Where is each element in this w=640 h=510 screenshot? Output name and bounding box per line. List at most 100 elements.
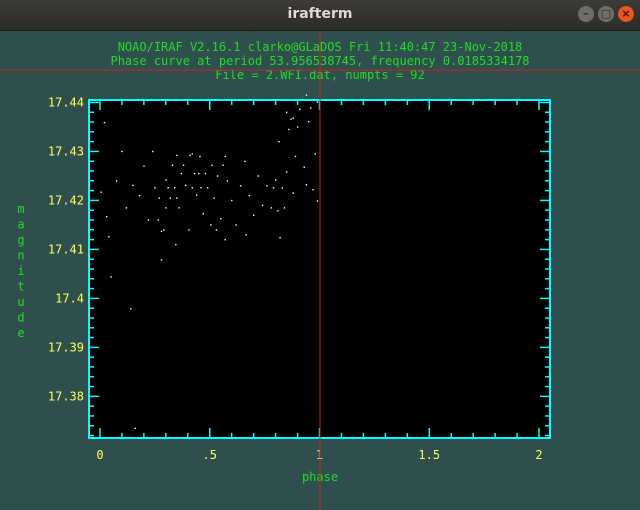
data-point [200, 187, 202, 189]
data-point [198, 172, 200, 175]
data-point [226, 180, 229, 182]
y-label-letter: e [17, 326, 24, 340]
data-point [105, 215, 108, 218]
data-point [245, 234, 247, 236]
data-point [253, 214, 255, 216]
data-point [206, 187, 209, 189]
data-point [224, 239, 226, 241]
data-point [138, 194, 141, 197]
data-point [235, 224, 237, 226]
data-point [134, 427, 136, 430]
data-point [100, 191, 102, 193]
close-button[interactable]: × [618, 6, 634, 22]
data-point [125, 207, 128, 209]
y-label-letter: t [17, 280, 24, 294]
data-point [160, 230, 163, 233]
data-point [281, 187, 283, 189]
maximize-button[interactable]: □ [598, 6, 614, 22]
data-point [147, 219, 150, 221]
data-point [270, 207, 273, 209]
data-point [294, 155, 297, 158]
graphics-terminal[interactable]: NOAO/IRAF V2.16.1 clarko@GLaDOS Fri 11:4… [0, 31, 640, 510]
data-point [316, 101, 319, 103]
data-point [305, 94, 308, 96]
y-label-letter: g [17, 233, 24, 247]
data-point [189, 154, 191, 157]
data-point [312, 189, 314, 191]
data-point [167, 187, 169, 189]
data-point [121, 150, 123, 153]
data-point [296, 126, 299, 128]
data-point [277, 210, 279, 212]
minimize-button[interactable]: – [578, 6, 594, 22]
data-point [132, 184, 134, 187]
data-point [176, 154, 178, 157]
data-point [199, 155, 201, 158]
x-tick-label: 1.5 [418, 448, 440, 462]
data-point [163, 229, 165, 231]
data-point [216, 175, 219, 177]
data-point [165, 179, 167, 181]
data-point [303, 166, 305, 168]
data-point [231, 199, 233, 202]
data-point [191, 153, 193, 155]
data-point [175, 243, 177, 246]
y-tick-label: 17.44 [48, 95, 84, 109]
data-point [314, 153, 316, 155]
data-point [152, 150, 154, 153]
y-label-letter: m [17, 202, 24, 216]
data-point [169, 197, 172, 199]
data-point [204, 172, 207, 175]
data-point [285, 171, 288, 173]
data-point [160, 259, 163, 261]
y-tick-label: 17.39 [48, 340, 84, 354]
data-point [257, 175, 259, 177]
y-label-letter: u [17, 295, 24, 309]
y-label-letter: i [17, 264, 24, 278]
y-label-letter: n [17, 249, 24, 263]
data-point [154, 187, 156, 189]
data-point [266, 185, 268, 187]
data-point [193, 172, 196, 175]
data-point [158, 197, 161, 199]
data-point [157, 219, 159, 221]
data-point [316, 200, 319, 202]
data-point [274, 179, 277, 181]
data-point [191, 187, 193, 189]
data-point [178, 207, 180, 209]
data-point [165, 207, 167, 209]
data-point [239, 185, 242, 187]
data-point [143, 165, 145, 167]
data-point [292, 192, 294, 194]
data-point [182, 164, 185, 166]
data-point [211, 164, 213, 166]
data-point [130, 308, 132, 310]
y-tick-labels: 17.44 17.43 17.42 17.41 17.4 17.39 17.38 [48, 95, 84, 403]
x-tick-label: .5 [203, 448, 217, 462]
data-point [272, 187, 275, 189]
y-tick-label: 17.41 [48, 242, 84, 256]
data-point [292, 117, 294, 119]
y-label-letter: a [17, 218, 24, 232]
phase-curve-plot[interactable]: NOAO/IRAF V2.16.1 clarko@GLaDOS Fri 11:4… [0, 31, 640, 510]
data-point [195, 194, 198, 196]
data-point [224, 155, 226, 158]
data-point [248, 194, 251, 197]
y-tick-label: 17.4 [55, 291, 84, 305]
y-tick-label: 17.43 [48, 144, 84, 158]
y-axis-label: magnitude [17, 202, 24, 340]
data-point [210, 224, 212, 226]
data-point [184, 184, 187, 187]
data-point [222, 164, 224, 166]
y-tick-label: 17.38 [48, 389, 84, 403]
data-point [174, 187, 176, 189]
data-point [278, 141, 280, 143]
data-point [283, 207, 286, 209]
data-point [110, 276, 112, 278]
data-point [103, 121, 106, 124]
x-tick-label: 0 [96, 448, 103, 462]
x-tick-label: 2 [535, 448, 542, 462]
data-point [285, 111, 288, 114]
data-point [108, 236, 110, 238]
title-bar[interactable]: irafterm – □ × [0, 0, 640, 31]
